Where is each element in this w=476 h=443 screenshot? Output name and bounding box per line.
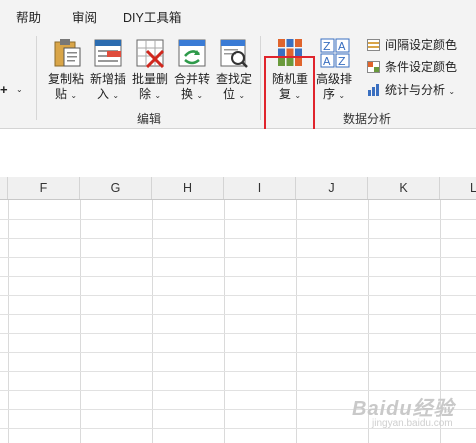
statistics-icon xyxy=(368,84,379,96)
find-locate-icon xyxy=(220,39,248,68)
grid-line xyxy=(0,333,476,334)
find-locate-label-2: 位 ⌄ xyxy=(222,87,246,101)
highlight-box xyxy=(264,56,315,140)
merge-convert-label-2: 换 ⌄ xyxy=(180,87,204,101)
grid-line xyxy=(8,200,9,443)
column-header-i[interactable]: I xyxy=(224,177,296,199)
group-separator xyxy=(260,36,261,120)
interval-color-icon xyxy=(367,39,380,51)
batch-delete-label-1: 批量删 xyxy=(131,72,168,86)
tab-help[interactable]: 帮助 xyxy=(16,7,41,26)
grid-line xyxy=(0,219,476,220)
column-header-j[interactable]: J xyxy=(296,177,368,199)
grid-line xyxy=(0,238,476,239)
advanced-sort-label-2: 序 ⌄ xyxy=(322,87,346,101)
tab-review[interactable]: 审阅 xyxy=(72,7,97,26)
column-header-row: F G H I J K L xyxy=(0,177,476,200)
advanced-sort-label-1: 高级排 xyxy=(315,72,352,86)
grid-line xyxy=(0,314,476,315)
merge-convert-label-1: 合并转 xyxy=(173,72,210,86)
condition-color-label: 条件设定颜色 xyxy=(385,60,458,74)
interval-color-label: 间隔设定颜色 xyxy=(385,38,458,52)
watermark-sub: jingyan.baidu.com xyxy=(372,418,453,429)
merge-convert-icon xyxy=(178,39,206,67)
chevron-down-icon[interactable]: ⌄ xyxy=(16,85,23,94)
condition-color-icon xyxy=(367,61,380,73)
insert-label-1: 新增插 xyxy=(89,72,126,86)
grid-line xyxy=(0,276,476,277)
advanced-sort-icon: Z A A Z xyxy=(320,38,350,68)
svg-text:Z: Z xyxy=(338,55,346,68)
edit-group-label: 编辑 xyxy=(137,112,162,126)
paste-icon xyxy=(54,39,81,67)
column-header-h[interactable]: H xyxy=(152,177,224,199)
tab-diy-toolbox[interactable]: DIY工具箱 xyxy=(123,7,181,26)
svg-text:Z: Z xyxy=(323,40,331,53)
grid-line xyxy=(0,390,476,391)
grid-line xyxy=(224,200,225,443)
watermark: Baidu经验 xyxy=(352,398,455,420)
analysis-group-label: 数据分析 xyxy=(343,112,392,126)
paste-label-1: 复制粘 xyxy=(47,72,84,86)
grid-line xyxy=(0,371,476,372)
grid-line xyxy=(152,200,153,443)
paste-label-2: 贴 ⌄ xyxy=(54,87,78,101)
grid-line xyxy=(0,352,476,353)
column-header-partial[interactable] xyxy=(0,177,8,199)
batch-delete-label-2: 除 ⌄ xyxy=(138,87,162,101)
grid-line xyxy=(80,200,81,443)
find-locate-label-1: 查找定 xyxy=(215,72,252,86)
statistics-label: 统计与分析 ⌄ xyxy=(385,83,456,97)
insert-label-2: 入 ⌄ xyxy=(96,87,120,101)
grid-line xyxy=(0,257,476,258)
grid-line xyxy=(296,200,297,443)
svg-text:A: A xyxy=(338,40,346,53)
batch-delete-icon xyxy=(136,39,165,68)
column-header-l[interactable]: L xyxy=(440,177,476,199)
insert-rows-icon xyxy=(94,39,122,67)
group-separator xyxy=(36,36,37,120)
column-header-f[interactable]: F xyxy=(8,177,80,199)
ribbon: + ⌄ 复制粘 贴 ⌄ 新增插 入 ⌄ 批量删 除 ⌄ 合并转 换 ⌄ 查找定 … xyxy=(0,30,476,140)
grid-line xyxy=(0,295,476,296)
menu-tab-bar: 帮助 审阅 DIY工具箱 xyxy=(0,0,476,30)
ribbon-cut-button[interactable]: + xyxy=(0,82,8,97)
column-header-k[interactable]: K xyxy=(368,177,440,199)
column-header-g[interactable]: G xyxy=(80,177,152,199)
formula-area xyxy=(0,129,476,178)
svg-text:A: A xyxy=(323,55,331,68)
